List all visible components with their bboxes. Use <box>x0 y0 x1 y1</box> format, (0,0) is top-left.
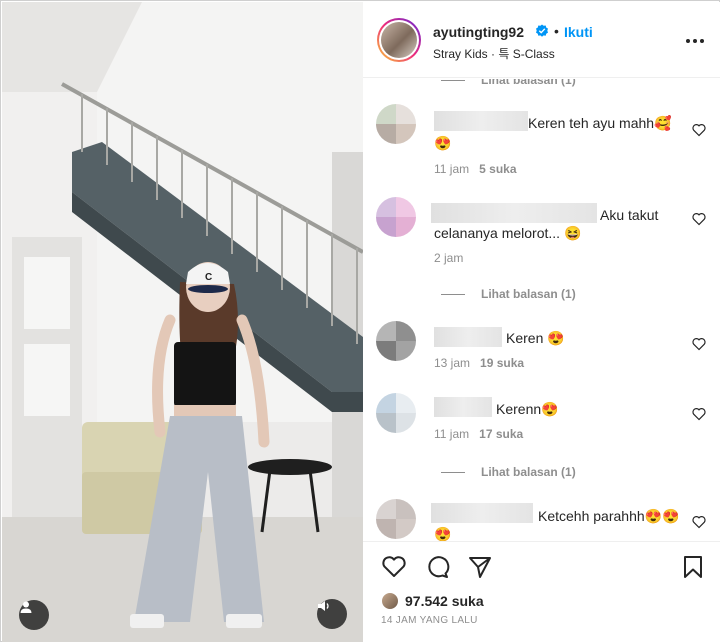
comment-likes[interactable]: 17 suka <box>479 427 523 441</box>
comment-meta: 11 jam 5 suka <box>434 162 517 176</box>
comment-text: Ketcehh parahhh😍😍 <box>538 508 680 524</box>
comment-text-line2: 😍 <box>434 135 452 151</box>
audio-toggle-button[interactable] <box>317 599 347 629</box>
commenter-avatar[interactable] <box>376 499 416 539</box>
post-video[interactable]: C <box>2 2 363 642</box>
comment-like-heart-icon[interactable] <box>692 123 706 137</box>
user-tag-button[interactable] <box>19 600 49 630</box>
commenter-username[interactable] <box>431 503 533 523</box>
comment-text: Keren 😍 <box>506 330 565 346</box>
post-header: ayutingting92 • Ikuti Stray Kids · 특 S-C… <box>363 2 720 78</box>
comment-time: 11 jam <box>434 427 470 441</box>
heart-icon[interactable] <box>381 554 407 580</box>
comment-likes[interactable]: 19 suka <box>480 356 524 370</box>
svg-text:C: C <box>205 272 212 283</box>
post-time-ago[interactable]: 14 JAM YANG LALU <box>381 615 478 626</box>
comment-text: Kerenn😍 <box>496 401 559 417</box>
comment-time: 13 jam <box>434 356 471 370</box>
commenter-username[interactable] <box>431 203 597 223</box>
comment-meta: 13 jam 19 suka <box>434 356 524 370</box>
comment-likes[interactable]: 5 suka <box>479 162 516 176</box>
audio-attribution[interactable]: Stray Kids · 특 S-Class <box>433 45 555 62</box>
instagram-post-window: C ayutingting92 • Ikuti Stray Kids · 특 S… <box>0 0 720 642</box>
commenter-avatar[interactable] <box>376 321 416 361</box>
user-tag-icon <box>20 601 32 613</box>
commenter-avatar[interactable] <box>376 393 416 433</box>
comment-like-heart-icon[interactable] <box>692 515 706 529</box>
verified-badge-icon <box>536 24 548 37</box>
comment-meta: 11 jam 17 suka <box>434 427 523 441</box>
comment-text-line2: celananya melorot... 😆 <box>434 225 582 241</box>
liker-avatar[interactable] <box>381 592 399 610</box>
comment-meta: 2 jam <box>434 251 473 265</box>
comment-text: Aku takut <box>600 207 659 223</box>
post-side-panel: ayutingting92 • Ikuti Stray Kids · 특 S-C… <box>363 2 720 642</box>
audio-icon <box>318 601 329 611</box>
comment-like-heart-icon[interactable] <box>692 212 706 226</box>
likes-count[interactable]: 97.542 suka <box>405 593 484 609</box>
comment-text-line2: 😍 <box>434 526 452 541</box>
separator-dot: • <box>554 23 559 39</box>
view-replies-button[interactable]: Lihat balasan (1) <box>441 79 576 87</box>
comment-text: Keren teh ayu mahh🥰 <box>528 115 672 131</box>
commenter-username[interactable] <box>434 111 528 131</box>
comment-time: 11 jam <box>434 162 470 176</box>
view-replies-button[interactable]: Lihat balasan (1) <box>441 465 576 479</box>
commenter-avatar[interactable] <box>376 104 416 144</box>
follow-button[interactable]: Ikuti <box>564 24 593 40</box>
profile-avatar[interactable] <box>377 18 421 62</box>
bookmark-icon[interactable] <box>680 554 706 580</box>
commenter-username[interactable] <box>434 327 502 347</box>
more-options-icon[interactable] <box>683 32 707 50</box>
comment-like-heart-icon[interactable] <box>692 337 706 351</box>
comment-like-heart-icon[interactable] <box>692 407 706 421</box>
post-actions-bar: 97.542 suka 14 JAM YANG LALU <box>363 541 720 642</box>
comments-list[interactable]: Lihat balasan (1) Keren teh ayu mahh🥰 😍 … <box>363 79 720 541</box>
video-frame-illustration: C <box>2 2 363 642</box>
comment-time: 2 jam <box>434 251 464 265</box>
username-link[interactable]: ayutingting92 <box>433 24 524 40</box>
comment-icon[interactable] <box>424 554 450 580</box>
commenter-avatar[interactable] <box>376 197 416 237</box>
commenter-username[interactable] <box>434 397 492 417</box>
view-replies-button[interactable]: Lihat balasan (1) <box>441 287 576 301</box>
share-icon[interactable] <box>467 554 493 580</box>
